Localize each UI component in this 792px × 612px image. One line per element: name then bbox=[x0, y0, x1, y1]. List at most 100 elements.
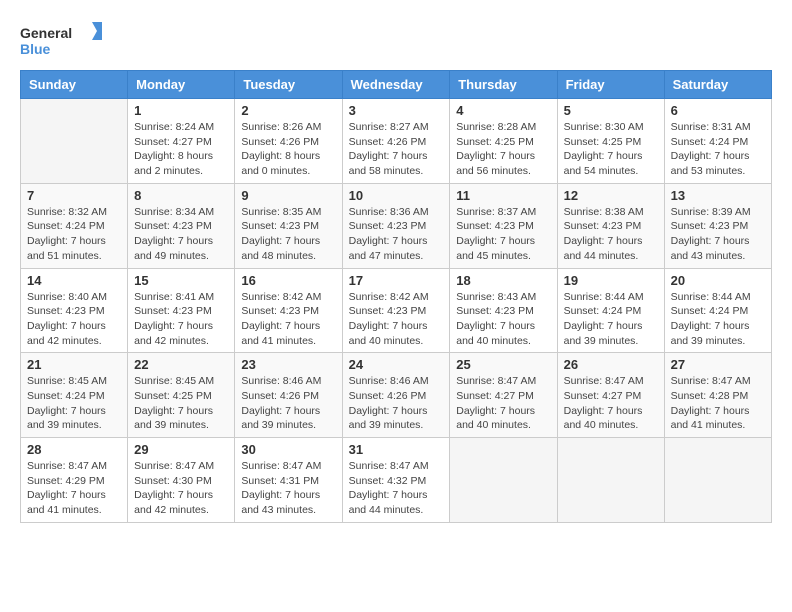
day-number: 11 bbox=[456, 188, 550, 203]
day-number: 16 bbox=[241, 273, 335, 288]
calendar-day-header: Friday bbox=[557, 71, 664, 99]
day-number: 15 bbox=[134, 273, 228, 288]
day-info: Sunrise: 8:47 AM Sunset: 4:27 PM Dayligh… bbox=[564, 374, 658, 433]
calendar-cell: 13 Sunrise: 8:39 AM Sunset: 4:23 PM Dayli… bbox=[664, 183, 771, 268]
calendar-cell bbox=[450, 438, 557, 523]
day-number: 4 bbox=[456, 103, 550, 118]
day-number: 20 bbox=[671, 273, 765, 288]
day-number: 3 bbox=[349, 103, 444, 118]
calendar-week-row: 1 Sunrise: 8:24 AM Sunset: 4:27 PM Daylig… bbox=[21, 99, 772, 184]
day-number: 27 bbox=[671, 357, 765, 372]
day-number: 28 bbox=[27, 442, 121, 457]
calendar-header-row: SundayMondayTuesdayWednesdayThursdayFrid… bbox=[21, 71, 772, 99]
calendar-cell: 11 Sunrise: 8:37 AM Sunset: 4:23 PM Dayli… bbox=[450, 183, 557, 268]
day-info: Sunrise: 8:47 AM Sunset: 4:28 PM Dayligh… bbox=[671, 374, 765, 433]
calendar-cell: 26 Sunrise: 8:47 AM Sunset: 4:27 PM Dayli… bbox=[557, 353, 664, 438]
calendar-week-row: 28 Sunrise: 8:47 AM Sunset: 4:29 PM Dayli… bbox=[21, 438, 772, 523]
day-info: Sunrise: 8:27 AM Sunset: 4:26 PM Dayligh… bbox=[349, 120, 444, 179]
page-header: General Blue bbox=[20, 20, 772, 60]
day-info: Sunrise: 8:45 AM Sunset: 4:24 PM Dayligh… bbox=[27, 374, 121, 433]
calendar-day-header: Thursday bbox=[450, 71, 557, 99]
calendar-cell: 3 Sunrise: 8:27 AM Sunset: 4:26 PM Daylig… bbox=[342, 99, 450, 184]
day-number: 6 bbox=[671, 103, 765, 118]
calendar-cell: 23Sunrise: 8:46 AM Sunset: 4:26 PM Dayli… bbox=[235, 353, 342, 438]
day-info: Sunrise: 8:24 AM Sunset: 4:27 PM Dayligh… bbox=[134, 120, 228, 179]
calendar-cell: 2Sunrise: 8:26 AM Sunset: 4:26 PM Daylig… bbox=[235, 99, 342, 184]
day-info: Sunrise: 8:41 AM Sunset: 4:23 PM Dayligh… bbox=[134, 290, 228, 349]
day-info: Sunrise: 8:47 AM Sunset: 4:31 PM Dayligh… bbox=[241, 459, 335, 518]
day-number: 2 bbox=[241, 103, 335, 118]
calendar-cell: 19 Sunrise: 8:44 AM Sunset: 4:24 PM Dayli… bbox=[557, 268, 664, 353]
day-info: Sunrise: 8:44 AM Sunset: 4:24 PM Dayligh… bbox=[671, 290, 765, 349]
calendar-cell bbox=[557, 438, 664, 523]
day-number: 19 bbox=[564, 273, 658, 288]
day-number: 17 bbox=[349, 273, 444, 288]
day-info: Sunrise: 8:47 AM Sunset: 4:27 PM Dayligh… bbox=[456, 374, 550, 433]
calendar-cell: 16Sunrise: 8:42 AM Sunset: 4:23 PM Dayli… bbox=[235, 268, 342, 353]
day-info: Sunrise: 8:34 AM Sunset: 4:23 PM Dayligh… bbox=[134, 205, 228, 264]
day-info: Sunrise: 8:30 AM Sunset: 4:25 PM Dayligh… bbox=[564, 120, 658, 179]
day-info: Sunrise: 8:44 AM Sunset: 4:24 PM Dayligh… bbox=[564, 290, 658, 349]
calendar-cell: 21 Sunrise: 8:45 AM Sunset: 4:24 PM Dayli… bbox=[21, 353, 128, 438]
calendar-day-header: Sunday bbox=[21, 71, 128, 99]
calendar-cell bbox=[664, 438, 771, 523]
day-number: 30 bbox=[241, 442, 335, 457]
day-info: Sunrise: 8:42 AM Sunset: 4:23 PM Dayligh… bbox=[349, 290, 444, 349]
day-number: 1 bbox=[134, 103, 228, 118]
calendar-cell: 7Sunrise: 8:32 AM Sunset: 4:24 PM Daylig… bbox=[21, 183, 128, 268]
day-info: Sunrise: 8:28 AM Sunset: 4:25 PM Dayligh… bbox=[456, 120, 550, 179]
calendar-cell: 22Sunrise: 8:45 AM Sunset: 4:25 PM Dayli… bbox=[128, 353, 235, 438]
calendar-cell: 17 Sunrise: 8:42 AM Sunset: 4:23 PM Dayli… bbox=[342, 268, 450, 353]
day-number: 31 bbox=[349, 442, 444, 457]
logo-svg: General Blue bbox=[20, 20, 110, 60]
calendar-week-row: 21 Sunrise: 8:45 AM Sunset: 4:24 PM Dayli… bbox=[21, 353, 772, 438]
day-info: Sunrise: 8:47 AM Sunset: 4:29 PM Dayligh… bbox=[27, 459, 121, 518]
calendar-cell: 18 Sunrise: 8:43 AM Sunset: 4:23 PM Dayli… bbox=[450, 268, 557, 353]
day-number: 25 bbox=[456, 357, 550, 372]
day-info: Sunrise: 8:39 AM Sunset: 4:23 PM Dayligh… bbox=[671, 205, 765, 264]
day-number: 24 bbox=[349, 357, 444, 372]
day-number: 21 bbox=[27, 357, 121, 372]
svg-text:Blue: Blue bbox=[20, 41, 51, 57]
day-number: 13 bbox=[671, 188, 765, 203]
calendar-cell: 20 Sunrise: 8:44 AM Sunset: 4:24 PM Dayli… bbox=[664, 268, 771, 353]
svg-text:General: General bbox=[20, 25, 72, 41]
calendar-week-row: 7Sunrise: 8:32 AM Sunset: 4:24 PM Daylig… bbox=[21, 183, 772, 268]
calendar-cell: 31 Sunrise: 8:47 AM Sunset: 4:32 PM Dayli… bbox=[342, 438, 450, 523]
day-number: 7 bbox=[27, 188, 121, 203]
day-info: Sunrise: 8:37 AM Sunset: 4:23 PM Dayligh… bbox=[456, 205, 550, 264]
day-info: Sunrise: 8:35 AM Sunset: 4:23 PM Dayligh… bbox=[241, 205, 335, 264]
day-number: 8 bbox=[134, 188, 228, 203]
calendar-cell: 10 Sunrise: 8:36 AM Sunset: 4:23 PM Dayli… bbox=[342, 183, 450, 268]
calendar-cell bbox=[21, 99, 128, 184]
calendar-cell: 6 Sunrise: 8:31 AM Sunset: 4:24 PM Daylig… bbox=[664, 99, 771, 184]
day-info: Sunrise: 8:31 AM Sunset: 4:24 PM Dayligh… bbox=[671, 120, 765, 179]
day-info: Sunrise: 8:47 AM Sunset: 4:30 PM Dayligh… bbox=[134, 459, 228, 518]
day-info: Sunrise: 8:43 AM Sunset: 4:23 PM Dayligh… bbox=[456, 290, 550, 349]
calendar-cell: 12 Sunrise: 8:38 AM Sunset: 4:23 PM Dayli… bbox=[557, 183, 664, 268]
calendar-cell: 28 Sunrise: 8:47 AM Sunset: 4:29 PM Dayli… bbox=[21, 438, 128, 523]
day-info: Sunrise: 8:46 AM Sunset: 4:26 PM Dayligh… bbox=[349, 374, 444, 433]
day-number: 5 bbox=[564, 103, 658, 118]
day-info: Sunrise: 8:46 AM Sunset: 4:26 PM Dayligh… bbox=[241, 374, 335, 433]
day-info: Sunrise: 8:45 AM Sunset: 4:25 PM Dayligh… bbox=[134, 374, 228, 433]
day-info: Sunrise: 8:36 AM Sunset: 4:23 PM Dayligh… bbox=[349, 205, 444, 264]
day-info: Sunrise: 8:47 AM Sunset: 4:32 PM Dayligh… bbox=[349, 459, 444, 518]
day-number: 29 bbox=[134, 442, 228, 457]
day-number: 18 bbox=[456, 273, 550, 288]
calendar-day-header: Monday bbox=[128, 71, 235, 99]
calendar-cell: 29 Sunrise: 8:47 AM Sunset: 4:30 PM Dayli… bbox=[128, 438, 235, 523]
day-info: Sunrise: 8:38 AM Sunset: 4:23 PM Dayligh… bbox=[564, 205, 658, 264]
day-number: 9 bbox=[241, 188, 335, 203]
day-number: 10 bbox=[349, 188, 444, 203]
day-number: 26 bbox=[564, 357, 658, 372]
calendar-cell: 4 Sunrise: 8:28 AM Sunset: 4:25 PM Daylig… bbox=[450, 99, 557, 184]
calendar-day-header: Tuesday bbox=[235, 71, 342, 99]
calendar-cell: 30 Sunrise: 8:47 AM Sunset: 4:31 PM Dayli… bbox=[235, 438, 342, 523]
calendar-cell: 15 Sunrise: 8:41 AM Sunset: 4:23 PM Dayli… bbox=[128, 268, 235, 353]
calendar-cell: 27 Sunrise: 8:47 AM Sunset: 4:28 PM Dayli… bbox=[664, 353, 771, 438]
calendar-table: SundayMondayTuesdayWednesdayThursdayFrid… bbox=[20, 70, 772, 523]
day-number: 12 bbox=[564, 188, 658, 203]
calendar-cell: 5 Sunrise: 8:30 AM Sunset: 4:25 PM Daylig… bbox=[557, 99, 664, 184]
calendar-cell: 24 Sunrise: 8:46 AM Sunset: 4:26 PM Dayli… bbox=[342, 353, 450, 438]
